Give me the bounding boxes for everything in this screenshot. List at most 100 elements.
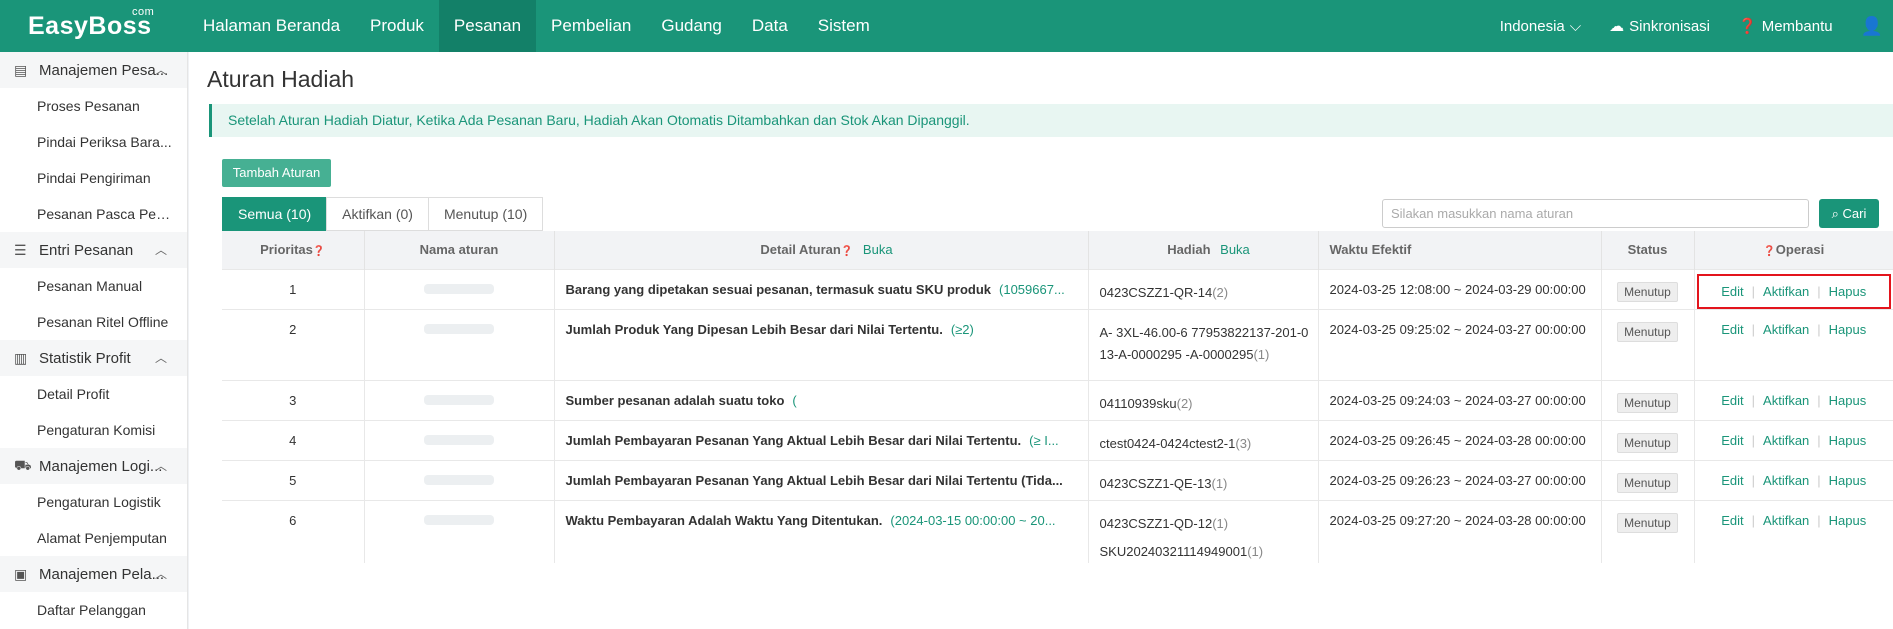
- activate-button[interactable]: Aktifkan: [1755, 393, 1817, 408]
- gift-name: ctest0424-0424ctest2-1: [1099, 435, 1236, 451]
- nav-item-0[interactable]: Halaman Beranda: [188, 0, 355, 52]
- header-gift: Hadiah Buka: [1088, 231, 1319, 269]
- sidebar-item[interactable]: Detail Profit: [0, 376, 187, 412]
- sidebar-item[interactable]: Pesanan Ritel Offline: [0, 304, 187, 340]
- language-selector[interactable]: Indonesia ⌵: [1500, 18, 1581, 35]
- blurred-name: [424, 434, 494, 445]
- status-badge: Menutup: [1617, 392, 1678, 413]
- list-icon: ☰: [14, 241, 27, 258]
- edit-button[interactable]: Edit: [1713, 513, 1751, 528]
- sidebar-item[interactable]: Pesanan Pasca Penj...: [0, 196, 187, 232]
- gift-count: (1): [1247, 543, 1264, 559]
- activate-button[interactable]: Aktifkan: [1755, 284, 1817, 299]
- activate-button[interactable]: Aktifkan: [1755, 513, 1817, 528]
- truck-icon: ⛟: [14, 456, 32, 473]
- help-icon: ❓: [840, 246, 854, 258]
- sidebar-item[interactable]: Pindai Periksa Bara...: [0, 124, 187, 160]
- sidebar-item[interactable]: Pindai Pengiriman: [0, 160, 187, 196]
- edit-button[interactable]: Edit: [1713, 322, 1751, 337]
- tab-0[interactable]: Semua (10): [222, 197, 328, 231]
- name-cell: [364, 499, 555, 563]
- sidebar-group[interactable]: ⛟ Manajemen Logi... ︿: [0, 448, 187, 484]
- main-nav: Halaman Beranda Produk Pesanan Pembelian Gud…: [188, 0, 885, 52]
- edit-button[interactable]: Edit: [1713, 433, 1751, 448]
- main-content: Aturan Hadiah Setelah Aturan Hadiah Diat…: [189, 52, 1893, 629]
- sidebar-group-label: Manajemen Logi...: [39, 457, 163, 475]
- user-icon[interactable]: 👤: [1861, 16, 1883, 37]
- clipboard-icon: ▤: [14, 61, 28, 78]
- detail-text: Jumlah Pembayaran Pesanan Yang Aktual Le…: [565, 472, 1063, 488]
- gift-count: (1): [1253, 346, 1270, 362]
- nav-item-2[interactable]: Pesanan: [438, 0, 537, 52]
- detail-text: Barang yang dipetakan sesuai pesanan, te…: [565, 281, 992, 297]
- header-name: Nama aturan: [364, 231, 555, 269]
- detail-value: (1059667...: [999, 281, 1065, 297]
- activate-button[interactable]: Aktifkan: [1755, 433, 1817, 448]
- edit-button[interactable]: Edit: [1713, 284, 1751, 299]
- sidebar-group[interactable]: ▤ Manajemen Pesa... ︿: [0, 52, 187, 88]
- header-ops: ❓Operasi: [1694, 231, 1893, 269]
- tab-2[interactable]: Menutup (10): [427, 197, 544, 231]
- detail-text: Sumber pesanan adalah suatu toko: [565, 392, 785, 408]
- nav-item-3[interactable]: Pembelian: [536, 0, 646, 52]
- table-row: 2 Jumlah Produk Yang Dipesan Lebih Besar …: [222, 308, 1893, 380]
- sidebar-item[interactable]: Alamat Penjemputan: [0, 520, 187, 556]
- time-cell: 2024-03-25 09:25:02 ~ 2024-03-27 00:00:0…: [1318, 308, 1602, 380]
- detail-cell: Jumlah Pembayaran Pesanan Yang Aktual Le…: [554, 419, 1089, 460]
- delete-button[interactable]: Hapus: [1821, 513, 1875, 528]
- gift-name: 0423CSZZ1-QR-14: [1099, 284, 1213, 300]
- help-icon: ❓: [1763, 246, 1776, 258]
- table-row: 1 Barang yang dipetakan sesuai pesanan, t…: [222, 268, 1893, 309]
- expand-gift-link[interactable]: Buka: [1220, 242, 1250, 257]
- gift-name: SKU20240321114949001: [1099, 543, 1248, 559]
- sidebar-group-label: Manajemen Pesa...: [39, 61, 169, 79]
- sidebar-item[interactable]: Pesanan Manual: [0, 268, 187, 304]
- sidebar-group[interactable]: ☰ Entri Pesanan ︿: [0, 232, 187, 268]
- blurred-name: [424, 323, 494, 334]
- search-button[interactable]: ⌕ Cari: [1819, 199, 1879, 228]
- chart-icon: ▥: [14, 349, 28, 366]
- gift-count: (1): [1211, 475, 1228, 491]
- logo[interactable]: EasyBoss com: [0, 6, 188, 41]
- chevron-up-icon: ︿: [154, 243, 167, 257]
- sidebar-item[interactable]: Pengaturan Logistik: [0, 484, 187, 520]
- nav-item-1[interactable]: Produk: [355, 0, 439, 52]
- gift-cell: 04110939sku(2): [1088, 379, 1319, 420]
- activate-button[interactable]: Aktifkan: [1755, 473, 1817, 488]
- edit-button[interactable]: Edit: [1713, 473, 1751, 488]
- ops-cell: Edit | Aktifkan | Hapus: [1694, 419, 1893, 460]
- edit-button[interactable]: Edit: [1713, 393, 1751, 408]
- time-cell: 2024-03-25 09:26:45 ~ 2024-03-28 00:00:0…: [1318, 419, 1602, 460]
- search-input[interactable]: Silakan masukkan nama aturan: [1382, 199, 1809, 228]
- help-icon: ❓: [1738, 18, 1757, 35]
- sidebar-group[interactable]: ▥ Statistik Profit ︿: [0, 340, 187, 376]
- sidebar-item[interactable]: Pengaturan Komisi: [0, 412, 187, 448]
- nav-item-5[interactable]: Data: [737, 0, 803, 52]
- delete-button[interactable]: Hapus: [1821, 473, 1875, 488]
- activate-button[interactable]: Aktifkan: [1755, 322, 1817, 337]
- chevron-down-icon: ⌵: [1569, 17, 1582, 35]
- delete-button[interactable]: Hapus: [1821, 322, 1875, 337]
- sidebar-item[interactable]: Daftar Pelanggan: [0, 592, 187, 628]
- tab-1[interactable]: Aktifkan (0): [326, 197, 429, 231]
- ops-group: Edit | Aktifkan | Hapus: [1695, 513, 1893, 528]
- sidebar-item[interactable]: Proses Pesanan: [0, 88, 187, 124]
- sidebar: ▤ Manajemen Pesa... ︿ Proses Pesanan Pindai …: [0, 52, 188, 629]
- nav-item-6[interactable]: Sistem: [803, 0, 885, 52]
- delete-button[interactable]: Hapus: [1821, 433, 1875, 448]
- delete-button[interactable]: Hapus: [1821, 284, 1875, 299]
- sidebar-group[interactable]: ▣ Manajemen Pela... ︿: [0, 556, 187, 592]
- ops-cell: Edit | Aktifkan | Hapus: [1694, 499, 1893, 563]
- name-cell: [364, 379, 555, 420]
- chevron-up-icon: ︿: [154, 351, 167, 365]
- detail-cell: Jumlah Produk Yang Dipesan Lebih Besar d…: [554, 308, 1089, 380]
- help-button[interactable]: ❓ Membantu: [1738, 17, 1833, 36]
- status-cell: Menutup: [1601, 499, 1695, 563]
- delete-button[interactable]: Hapus: [1821, 393, 1875, 408]
- expand-detail-link[interactable]: Buka: [863, 242, 893, 257]
- add-rule-button[interactable]: Tambah Aturan: [222, 159, 331, 187]
- chevron-up-icon: ︿: [154, 459, 167, 473]
- chevron-up-icon: ︿: [154, 63, 167, 77]
- sync-button[interactable]: ☁ Sinkronisasi: [1609, 17, 1710, 36]
- nav-item-4[interactable]: Gudang: [646, 0, 737, 52]
